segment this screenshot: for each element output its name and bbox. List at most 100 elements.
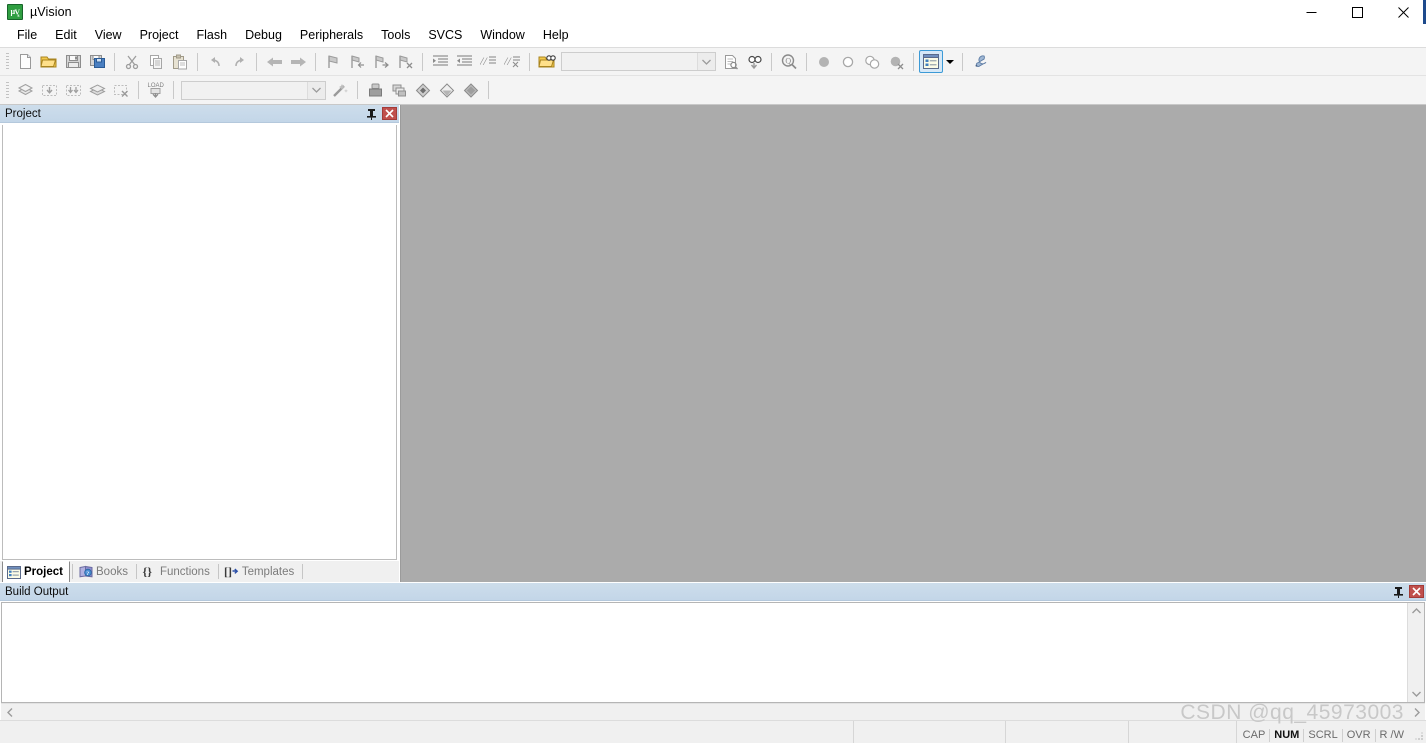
editor-mdi-area[interactable] <box>400 105 1426 582</box>
menu-item-help[interactable]: Help <box>534 26 578 44</box>
previous-bookmark-button[interactable] <box>345 50 369 73</box>
build-output-horizontal-scrollbar[interactable] <box>1 703 1425 720</box>
pack-installer-button[interactable] <box>411 79 435 102</box>
toolbars: // // Q LOAD <box>0 47 1426 105</box>
target-options-button[interactable] <box>328 79 352 102</box>
menu-item-edit[interactable]: Edit <box>46 26 86 44</box>
paste-button[interactable] <box>168 50 192 73</box>
project-window-toggle-button[interactable] <box>919 50 943 73</box>
project-dock-tabs: Project ? Books {} Functions [] Template… <box>0 560 399 582</box>
chevron-left-icon[interactable] <box>1 704 18 720</box>
tab-functions[interactable]: {} Functions <box>138 561 216 582</box>
pin-icon[interactable] <box>1391 585 1405 599</box>
menu-item-debug[interactable]: Debug <box>236 26 291 44</box>
build-output-close-button[interactable] <box>1409 585 1424 598</box>
disable-breakpoint-button[interactable] <box>836 50 860 73</box>
comment-selection-button[interactable]: // <box>476 50 500 73</box>
configure-tools-button[interactable] <box>968 50 992 73</box>
toolbar-separator <box>422 52 423 71</box>
toolbar-separator <box>962 52 963 71</box>
translate-file-button[interactable] <box>13 79 37 102</box>
horizontal-scroll-track[interactable] <box>18 704 1408 720</box>
maximize-button[interactable] <box>1334 0 1380 24</box>
pin-icon[interactable] <box>364 107 378 121</box>
select-software-packs-button[interactable] <box>459 79 483 102</box>
indent-right-button[interactable] <box>428 50 452 73</box>
project-dock-close-button[interactable] <box>382 107 397 120</box>
minimize-button[interactable] <box>1288 0 1334 24</box>
window-layout-dropdown[interactable] <box>943 50 957 73</box>
tab-project-label: Project <box>24 566 63 578</box>
status-cell-3 <box>1129 721 1237 743</box>
undo-arrow-button[interactable] <box>203 50 227 73</box>
target-combo-dropdown-icon[interactable] <box>307 81 325 99</box>
indicator-cap: CAP <box>1239 729 1271 742</box>
copy-button[interactable] <box>144 50 168 73</box>
find-next-button[interactable] <box>742 50 766 73</box>
open-folder-button[interactable] <box>37 50 61 73</box>
tab-project[interactable]: Project <box>2 561 70 582</box>
indicator-rw: R /W <box>1379 729 1404 741</box>
stop-build-button[interactable] <box>109 79 133 102</box>
batch-build-button[interactable] <box>85 79 109 102</box>
menu-item-project[interactable]: Project <box>131 26 188 44</box>
cut-button[interactable] <box>120 50 144 73</box>
build-target-button[interactable] <box>37 79 61 102</box>
chevron-right-icon[interactable] <box>1408 704 1425 720</box>
menu-item-peripherals[interactable]: Peripherals <box>291 26 372 44</box>
navigate-back-button[interactable] <box>262 50 286 73</box>
build-output-text[interactable] <box>2 603 1407 702</box>
resize-grip-icon[interactable] <box>1410 721 1426 743</box>
incremental-find-button[interactable]: Q <box>777 50 801 73</box>
toggle-bookmark-button[interactable] <box>321 50 345 73</box>
save-all-button[interactable] <box>85 50 109 73</box>
manage-multi-project-button[interactable] <box>387 79 411 102</box>
save-button[interactable] <box>61 50 85 73</box>
tab-separator <box>217 564 219 579</box>
disable-all-breakpoints-button[interactable] <box>860 50 884 73</box>
uncomment-selection-button[interactable]: // <box>500 50 524 73</box>
close-button[interactable] <box>1380 0 1426 24</box>
menu-item-svcs[interactable]: SVCS <box>419 26 471 44</box>
title-bar: µ V s µVision <box>0 0 1426 24</box>
manage-project-items-button[interactable] <box>363 79 387 102</box>
toolbar-grip[interactable] <box>6 81 9 99</box>
toolbar-separator <box>315 52 316 71</box>
find-text-combo[interactable] <box>561 52 716 71</box>
navigate-forward-button[interactable] <box>286 50 310 73</box>
chevron-down-icon[interactable] <box>1408 686 1424 702</box>
templates-icon: [] <box>224 564 239 579</box>
kill-all-breakpoints-button[interactable] <box>884 50 908 73</box>
chevron-up-icon[interactable] <box>1408 603 1424 619</box>
new-file-button[interactable] <box>13 50 37 73</box>
status-cell-2 <box>1006 721 1129 743</box>
toolbar-grip[interactable] <box>6 53 9 70</box>
project-tree[interactable] <box>2 125 397 560</box>
insert-breakpoint-button[interactable] <box>812 50 836 73</box>
menu-item-view[interactable]: View <box>86 26 131 44</box>
toolbar-separator <box>488 81 489 99</box>
indent-left-button[interactable] <box>452 50 476 73</box>
redo-arrow-button[interactable] <box>227 50 251 73</box>
tab-books[interactable]: ? Books <box>75 561 134 582</box>
clear-all-bookmarks-button[interactable] <box>393 50 417 73</box>
menu-item-file[interactable]: File <box>8 26 46 44</box>
next-bookmark-button[interactable] <box>369 50 393 73</box>
download-to-flash-button[interactable]: LOAD <box>144 79 168 102</box>
browse-symbol-button[interactable] <box>718 50 742 73</box>
find-combo-dropdown-icon[interactable] <box>697 53 715 70</box>
toolbar-separator <box>197 52 198 71</box>
svg-text://: // <box>504 54 512 68</box>
manage-run-time-env-button[interactable] <box>435 79 459 102</box>
target-combo[interactable] <box>181 80 326 100</box>
braces-icon: {} <box>142 564 157 579</box>
tab-templates[interactable]: [] Templates <box>220 561 301 582</box>
menu-item-flash[interactable]: Flash <box>187 26 236 44</box>
build-output-vertical-scrollbar[interactable] <box>1407 603 1424 702</box>
rebuild-all-button[interactable] <box>61 79 85 102</box>
indicator-ovr: OVR <box>1343 729 1376 742</box>
menu-item-tools[interactable]: Tools <box>372 26 419 44</box>
menu-item-window[interactable]: Window <box>471 26 533 44</box>
build-output-body <box>1 602 1425 703</box>
open-find-in-files-button[interactable] <box>535 50 559 73</box>
